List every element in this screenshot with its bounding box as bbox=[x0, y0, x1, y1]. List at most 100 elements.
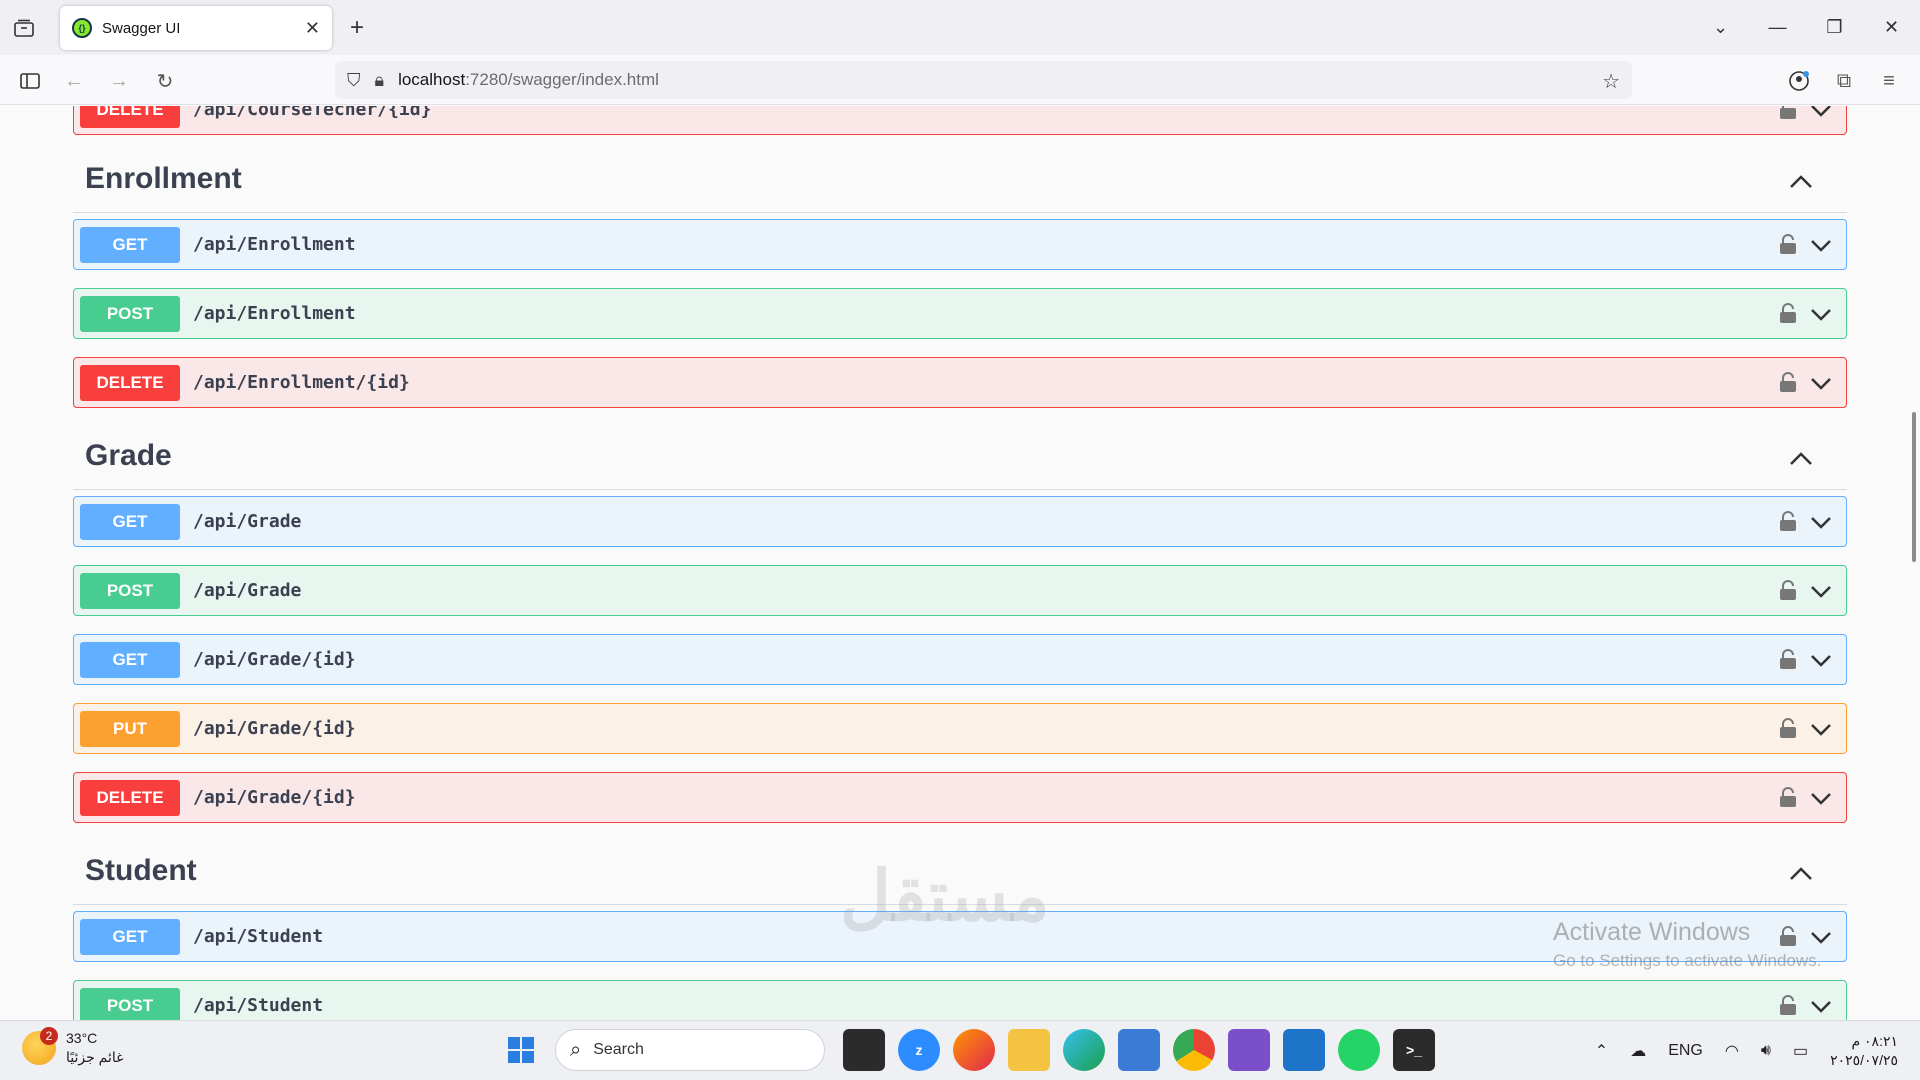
lock-icon[interactable] bbox=[1778, 717, 1798, 739]
firefox-icon[interactable] bbox=[953, 1029, 995, 1071]
taskbar-search[interactable]: ⌕ Search bbox=[555, 1029, 825, 1071]
start-icon[interactable] bbox=[500, 1029, 542, 1071]
chrome-icon[interactable] bbox=[1173, 1029, 1215, 1071]
chevron-down-icon[interactable] bbox=[1808, 993, 1834, 1019]
chevron-down-icon[interactable] bbox=[1808, 785, 1834, 811]
chevron-down-icon[interactable] bbox=[1808, 301, 1834, 327]
weather-desc: غائم جزئيًا bbox=[66, 1049, 124, 1065]
lock-icon[interactable] bbox=[1778, 786, 1798, 808]
battery-icon[interactable]: ▭ bbox=[1793, 1041, 1808, 1061]
chevron-down-icon[interactable] bbox=[1808, 106, 1834, 123]
system-tray: ⌃ ☁ ENG ◠ 🔊︎ ▭ ٠٨:٢١ م ٢٠٢٥/٠٧/٢٥ bbox=[1595, 1021, 1920, 1080]
chevron-down-icon[interactable] bbox=[1808, 716, 1834, 742]
op-post-enrollment[interactable]: POST /api/Enrollment bbox=[73, 288, 1847, 339]
minimize-icon[interactable]: — bbox=[1749, 17, 1806, 38]
url-host: localhost bbox=[398, 70, 466, 89]
scrollbar-thumb[interactable] bbox=[1912, 412, 1916, 562]
op-put-grade-id[interactable]: PUT /api/Grade/{id} bbox=[73, 703, 1847, 754]
op-delete-enrollment-id[interactable]: DELETE /api/Enrollment/{id} bbox=[73, 357, 1847, 408]
onedrive-icon[interactable]: ☁ bbox=[1630, 1041, 1646, 1061]
op-get-grade[interactable]: GET /api/Grade bbox=[73, 496, 1847, 547]
new-tab-icon[interactable]: + bbox=[350, 14, 364, 42]
chevron-up-icon[interactable] bbox=[1787, 860, 1815, 888]
weather-widget[interactable]: 2 33°C غائم جزئيًا bbox=[22, 1027, 124, 1067]
lock-icon[interactable] bbox=[1778, 371, 1798, 393]
weather-icon: 2 bbox=[22, 1027, 58, 1065]
watermark-line2: Go to Settings to activate Windows. bbox=[1553, 951, 1822, 970]
chevron-up-icon[interactable]: ⌃ bbox=[1595, 1041, 1608, 1061]
op-path: /api/Student bbox=[193, 995, 324, 1016]
section-title-grade[interactable]: Grade bbox=[85, 439, 172, 473]
sidebar-toggle-icon[interactable] bbox=[16, 67, 44, 95]
op-get-grade-id[interactable]: GET /api/Grade/{id} bbox=[73, 634, 1847, 685]
lock-icon[interactable] bbox=[1778, 648, 1798, 670]
bookmark-star-icon[interactable]: ☆ bbox=[1602, 69, 1620, 94]
whatsapp-icon[interactable] bbox=[1338, 1029, 1380, 1071]
op-delete-coursetecher-id[interactable]: DELETE /api/CourseTecher/{id} bbox=[73, 106, 1847, 135]
language-indicator[interactable]: ENG bbox=[1668, 1042, 1703, 1060]
op-delete-grade-id[interactable]: DELETE /api/Grade/{id} bbox=[73, 772, 1847, 823]
tab-list-icon[interactable] bbox=[10, 14, 38, 42]
section-divider bbox=[73, 212, 1847, 213]
section-title-enrollment[interactable]: Enrollment bbox=[85, 162, 242, 196]
menu-icon[interactable]: ≡ bbox=[1875, 67, 1903, 95]
method-badge: DELETE bbox=[80, 106, 180, 128]
weather-badge: 2 bbox=[40, 1027, 58, 1045]
chevron-down-icon[interactable] bbox=[1808, 370, 1834, 396]
task-view-icon[interactable] bbox=[843, 1029, 885, 1071]
visual-studio-icon[interactable] bbox=[1228, 1029, 1270, 1071]
volume-icon[interactable]: 🔊︎ bbox=[1761, 1042, 1771, 1060]
restore-icon[interactable]: ❐ bbox=[1806, 17, 1863, 38]
wifi-icon[interactable]: ◠ bbox=[1725, 1041, 1739, 1061]
chevron-up-icon[interactable] bbox=[1787, 445, 1815, 473]
chevron-down-icon[interactable] bbox=[1808, 578, 1834, 604]
mostaql-watermark: مستقل bbox=[840, 857, 1050, 935]
edge-icon[interactable] bbox=[1063, 1029, 1105, 1071]
reload-icon[interactable]: ↻ bbox=[151, 67, 179, 95]
lock-icon[interactable]: 🔒︎ bbox=[375, 70, 385, 91]
section-title-student[interactable]: Student bbox=[85, 854, 197, 888]
lock-icon[interactable] bbox=[1778, 106, 1798, 120]
file-explorer-icon[interactable] bbox=[1008, 1029, 1050, 1071]
chevron-up-icon[interactable] bbox=[1787, 168, 1815, 196]
lock-icon[interactable] bbox=[1778, 579, 1798, 601]
url-path: :7280/swagger/index.html bbox=[465, 70, 659, 89]
op-path: /api/Enrollment bbox=[193, 303, 356, 324]
op-post-student[interactable]: POST /api/Student bbox=[73, 980, 1847, 1020]
close-window-icon[interactable]: ✕ bbox=[1863, 17, 1920, 38]
op-path: /api/Grade bbox=[193, 580, 302, 601]
chevron-down-icon[interactable]: ⌄ bbox=[1692, 17, 1749, 38]
chevron-down-icon[interactable] bbox=[1808, 509, 1834, 535]
method-badge: GET bbox=[80, 226, 180, 263]
op-path: /api/Grade/{id} bbox=[193, 787, 356, 808]
op-get-enrollment[interactable]: GET /api/Enrollment bbox=[73, 219, 1847, 270]
search-label: Search bbox=[593, 1041, 644, 1058]
sql-server-icon[interactable] bbox=[1283, 1029, 1325, 1071]
tab-swagger-ui[interactable]: {} Swagger UI ✕ bbox=[60, 6, 332, 50]
back-icon[interactable]: ← bbox=[60, 67, 88, 95]
account-icon[interactable] bbox=[1785, 67, 1813, 95]
lock-icon[interactable] bbox=[1778, 510, 1798, 532]
forward-icon[interactable]: → bbox=[105, 67, 133, 95]
shield-icon[interactable]: ⛉ bbox=[347, 70, 361, 91]
clock[interactable]: ٠٨:٢١ م ٢٠٢٥/٠٧/٢٥ bbox=[1830, 1032, 1898, 1070]
watermark-line1: Activate Windows bbox=[1553, 918, 1751, 946]
clock-date: ٢٠٢٥/٠٧/٢٥ bbox=[1830, 1052, 1898, 1068]
zoom-icon[interactable]: z bbox=[898, 1029, 940, 1071]
lock-icon[interactable] bbox=[1778, 302, 1798, 324]
chevron-down-icon[interactable] bbox=[1808, 232, 1834, 258]
terminal-icon[interactable]: >_ bbox=[1393, 1029, 1435, 1071]
chevron-down-icon[interactable] bbox=[1808, 647, 1834, 673]
url-bar[interactable]: ⛉ 🔒︎ localhost:7280/swagger/index.html ☆ bbox=[335, 61, 1632, 99]
tab-title: Swagger UI bbox=[102, 19, 181, 37]
lock-icon[interactable] bbox=[1778, 994, 1798, 1016]
close-tab-icon[interactable]: ✕ bbox=[305, 18, 320, 39]
tab-bar: {} Swagger UI ✕ + ⌄ — ❐ ✕ bbox=[0, 0, 1920, 55]
method-badge: GET bbox=[80, 918, 180, 955]
method-badge: GET bbox=[80, 641, 180, 678]
search-icon: ⌕ bbox=[570, 1038, 582, 1061]
op-post-grade[interactable]: POST /api/Grade bbox=[73, 565, 1847, 616]
store-icon[interactable] bbox=[1118, 1029, 1160, 1071]
extensions-icon[interactable]: ⧉ bbox=[1830, 67, 1858, 95]
lock-icon[interactable] bbox=[1778, 233, 1798, 255]
